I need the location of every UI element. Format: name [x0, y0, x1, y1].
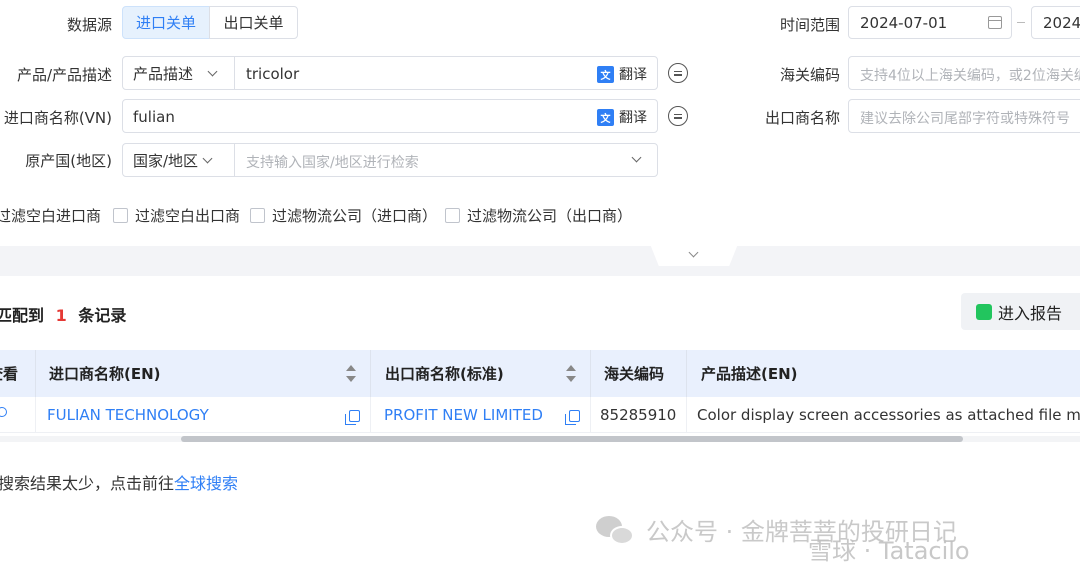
product-label: 产品/产品描述 [16, 66, 112, 84]
col-importer[interactable]: 进口商名称(EN) [36, 350, 371, 397]
col-hs-code: 海关编码 [591, 350, 687, 397]
results-summary: 匹配到 1 条记录 [0, 302, 126, 326]
importer-link[interactable]: FULIAN TECHNOLOGY [47, 406, 209, 424]
start-date-input[interactable]: 2024-07-01 [848, 6, 1012, 39]
hs-code-input[interactable]: 支持4位以上海关编码，或2位海关编码 [848, 56, 1080, 90]
origin-type-select[interactable]: 国家/地区 [123, 144, 235, 176]
translate-button[interactable]: 文 翻译 [597, 64, 647, 84]
tab-import-declaration[interactable]: 进口关单 [122, 6, 210, 39]
translate-label: 翻译 [619, 110, 647, 126]
filter-blank-exporter-label: 过滤空白出口商 [135, 207, 241, 225]
origin-label: 原产国(地区) [25, 152, 112, 170]
col-exporter[interactable]: 出口商名称(标准) [371, 350, 591, 397]
match-mode-icon[interactable] [668, 106, 688, 126]
product-type-select[interactable]: 产品描述 [123, 57, 235, 89]
exporter-link[interactable]: PROFIT NEW LIMITED [384, 406, 543, 424]
section-divider [0, 246, 1080, 276]
sort-icon[interactable] [566, 365, 576, 382]
wechat-icon [596, 514, 636, 546]
filter-blank-exporter[interactable]: 过滤空白出口商 [113, 205, 240, 226]
origin-type-value: 国家/地区 [133, 151, 199, 170]
chevron-down-icon [207, 66, 218, 76]
start-date-value: 2024-07-01 [860, 14, 948, 32]
exporter-input[interactable]: 建议去除公司尾部字符或特殊符号 [848, 99, 1080, 133]
filter-logistics-importer-label: 过滤物流公司（进口商） [272, 207, 438, 225]
few-results-message: 搜索结果太少，点击前往全球搜索 [0, 470, 238, 494]
end-date-input[interactable]: 2024- [1031, 6, 1080, 39]
copy-icon[interactable] [565, 410, 580, 425]
importer-label: 进口商名称(VN) [3, 109, 112, 127]
view-cell[interactable] [0, 397, 36, 433]
origin-placeholder: 支持输入国家/地区进行检索 [246, 155, 419, 171]
translate-button-importer[interactable]: 文 翻译 [597, 107, 647, 127]
checkbox[interactable] [250, 208, 265, 223]
hs-code-label: 海关编码 [779, 66, 840, 84]
hs-code-placeholder: 支持4位以上海关编码，或2位海关编码 [860, 68, 1080, 84]
translate-label: 翻译 [619, 67, 647, 83]
col-view: 查看 [0, 350, 36, 397]
results-count: 1 [55, 306, 67, 325]
copy-icon[interactable] [345, 410, 360, 425]
filter-blank-importer-label: 过滤空白进口商 [0, 207, 102, 225]
results-prefix: 匹配到 [0, 306, 45, 325]
translate-icon: 文 [597, 108, 614, 126]
checkbox[interactable] [445, 208, 460, 223]
checkbox[interactable] [113, 208, 128, 223]
time-range-label: 时间范围 [779, 16, 840, 34]
filter-logistics-exporter-label: 过滤物流公司（出口商） [467, 207, 633, 225]
datasource-label: 数据源 [66, 16, 112, 34]
enter-report-label: 进入报告 [998, 303, 1063, 323]
watermark-2: 雪球 · Tatacilo [808, 537, 970, 565]
enter-report-button[interactable]: 进入报告 [961, 293, 1080, 330]
date-separator [1017, 22, 1025, 23]
translate-icon: 文 [597, 65, 614, 83]
exporter-cell[interactable]: PROFIT NEW LIMITED [371, 397, 591, 433]
calendar-icon [988, 16, 1002, 29]
product-input-value[interactable]: tricolor [246, 65, 299, 83]
global-search-link[interactable]: 全球搜索 [174, 474, 238, 493]
importer-cell[interactable]: FULIAN TECHNOLOGY [36, 397, 371, 433]
match-mode-icon[interactable] [668, 63, 688, 83]
scrollbar-thumb[interactable] [181, 436, 963, 442]
search-icon[interactable] [0, 407, 7, 417]
sort-icon[interactable] [346, 365, 356, 382]
importer-field[interactable]: fulian 文 翻译 [122, 99, 658, 133]
hs-code-cell: 85285910 [591, 397, 687, 433]
product-field[interactable]: 产品描述 tricolor 文 翻译 [122, 56, 658, 90]
filter-logistics-exporter[interactable]: 过滤物流公司（出口商） [445, 205, 632, 226]
chevron-down-icon [202, 153, 213, 163]
exporter-label: 出口商名称 [764, 109, 840, 127]
origin-field[interactable]: 国家/地区 支持输入国家/地区进行检索 [122, 143, 658, 177]
end-date-value: 2024- [1043, 14, 1080, 32]
chevron-down-icon[interactable] [631, 152, 642, 163]
exporter-placeholder: 建议去除公司尾部字符或特殊符号 [860, 111, 1070, 127]
col-description: 产品描述(EN) [701, 365, 798, 383]
filter-logistics-importer[interactable]: 过滤物流公司（进口商） [250, 205, 437, 226]
few-results-text: 搜索结果太少，点击前往 [0, 474, 175, 493]
report-icon [976, 303, 992, 320]
tab-export-declaration[interactable]: 出口关单 [209, 6, 298, 39]
product-type-value: 产品描述 [133, 64, 194, 83]
results-suffix: 条记录 [78, 306, 127, 325]
filter-blank-importer[interactable]: 过滤空白进口商 [0, 205, 101, 226]
description-cell: Color display screen accessories as atta… [697, 406, 1080, 424]
importer-input-value[interactable]: fulian [133, 108, 175, 126]
